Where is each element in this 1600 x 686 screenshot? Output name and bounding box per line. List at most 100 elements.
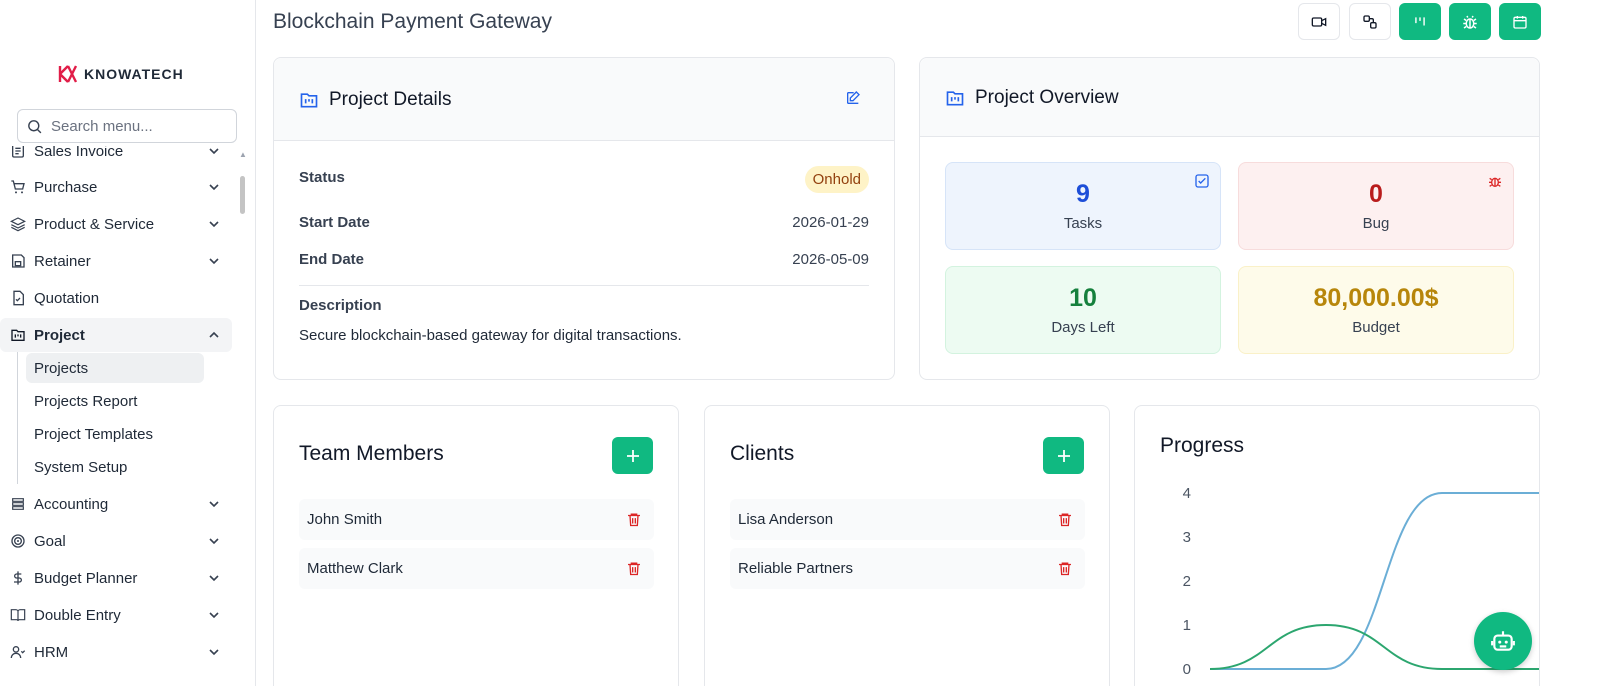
- card-title: Project Overview: [945, 87, 1119, 109]
- list-item: Lisa Anderson: [730, 499, 1085, 540]
- kanban-button[interactable]: [1399, 3, 1441, 40]
- users-icon: [10, 644, 26, 660]
- client-name: Reliable Partners: [738, 560, 854, 577]
- sidebar-item-budget-planner[interactable]: Budget Planner: [0, 561, 232, 595]
- member-name: Matthew Clark: [307, 560, 403, 577]
- project-overview-card: Project Overview 9 Tasks 0 Bug 10 Days L…: [919, 57, 1540, 380]
- knowatech-logo-icon: [58, 65, 78, 83]
- brand-name: KNOWATECH: [84, 66, 184, 82]
- bug-button[interactable]: [1449, 3, 1491, 40]
- stat-label: Bug: [1362, 215, 1390, 232]
- team-members-title: Team Members: [299, 442, 444, 465]
- brand-logo[interactable]: KNOWATECH: [58, 64, 184, 84]
- scroll-thumb[interactable]: [240, 176, 245, 214]
- target-icon: [10, 533, 26, 549]
- search-input[interactable]: [51, 117, 231, 135]
- save-icon: [10, 253, 26, 269]
- checkbox-icon: [1195, 174, 1209, 188]
- search-box[interactable]: [17, 109, 237, 143]
- video-button[interactable]: [1298, 3, 1340, 40]
- bug-icon: [1489, 177, 1501, 187]
- scroll-up-arrow-icon[interactable]: ▲: [239, 150, 247, 159]
- robot-icon: [1491, 631, 1515, 651]
- card-title: Project Details: [299, 89, 452, 111]
- plus-icon: [1057, 449, 1070, 462]
- sidebar-subitem-project-templates[interactable]: Project Templates: [26, 419, 204, 449]
- start-date-value: 2026-01-29: [792, 214, 869, 231]
- client-name: Lisa Anderson: [738, 511, 834, 528]
- team-members-card: Team Members John Smith Matthew Clark: [273, 405, 679, 686]
- sidebar: KNOWATECH Sales Invoice Purchase Product…: [0, 0, 256, 686]
- stat-value: 9: [1076, 180, 1090, 208]
- y-tick-label: 3: [1183, 529, 1191, 546]
- status-badge: Onhold: [804, 166, 869, 193]
- sidebar-subitem-projects-report[interactable]: Projects Report: [26, 386, 204, 416]
- sidebar-subitem-system-setup[interactable]: System Setup: [26, 452, 204, 482]
- sidebar-item-sales-invoice[interactable]: Sales Invoice: [0, 146, 232, 168]
- stat-value: 10: [1069, 284, 1097, 312]
- chevron-down-icon: [209, 221, 219, 228]
- list-item: John Smith: [299, 499, 654, 540]
- link-button[interactable]: [1349, 3, 1391, 40]
- sidebar-item-label: Double Entry: [34, 606, 121, 624]
- list-item: Matthew Clark: [299, 548, 654, 589]
- plus-icon: [626, 449, 639, 462]
- bug-icon: [1463, 15, 1477, 29]
- chevron-down-icon: [209, 501, 219, 508]
- sidebar-item-hrm[interactable]: HRM: [0, 635, 232, 669]
- y-tick-label: 4: [1183, 485, 1191, 502]
- sidebar-subitem-label: System Setup: [34, 458, 128, 476]
- sidebar-subitem-label: Projects: [34, 359, 89, 377]
- stat-label: Days Left: [1051, 319, 1115, 336]
- chatbot-button[interactable]: [1474, 612, 1532, 670]
- chevron-down-icon: [209, 258, 219, 265]
- chevron-down-icon: [209, 649, 219, 656]
- project-icon: [10, 327, 26, 343]
- end-date-value: 2026-05-09: [792, 251, 869, 268]
- submenu-guide-line: [17, 352, 18, 484]
- add-client-button[interactable]: [1043, 437, 1084, 474]
- project-details-card: Project Details Status Onhold Start Date…: [273, 57, 895, 380]
- sidebar-item-product-service[interactable]: Product & Service: [0, 207, 232, 241]
- sidebar-item-accounting[interactable]: Accounting: [0, 487, 232, 521]
- calendar-icon: [1513, 15, 1527, 29]
- cart-icon: [10, 179, 26, 195]
- sidebar-subitem-projects[interactable]: Projects: [26, 353, 204, 383]
- edit-icon[interactable]: [845, 90, 861, 106]
- sidebar-item-project[interactable]: Project: [0, 318, 232, 352]
- trash-icon[interactable]: [1057, 560, 1073, 577]
- divider: [299, 285, 869, 286]
- stat-label: Budget: [1352, 319, 1400, 336]
- chevron-up-icon: [209, 331, 219, 338]
- sidebar-item-label: HRM: [34, 643, 69, 661]
- chevron-down-icon: [209, 148, 219, 155]
- sidebar-item-purchase[interactable]: Purchase: [0, 170, 232, 204]
- video-icon: [1311, 16, 1327, 27]
- sidebar-item-double-entry[interactable]: Double Entry: [0, 598, 232, 632]
- project-overview-title: Project Overview: [975, 87, 1119, 108]
- member-name: John Smith: [307, 511, 383, 528]
- sidebar-subitem-label: Projects Report: [34, 392, 138, 410]
- sidebar-item-retainer[interactable]: Retainer: [0, 244, 232, 278]
- chevron-down-icon: [209, 538, 219, 545]
- y-tick-label: 1: [1183, 617, 1191, 634]
- stat-days-left: 10 Days Left: [945, 266, 1221, 354]
- kanban-icon: [1415, 16, 1425, 25]
- trash-icon[interactable]: [626, 560, 642, 577]
- clients-card: Clients Lisa Anderson Reliable Partners: [704, 405, 1110, 686]
- sidebar-item-quotation[interactable]: Quotation: [0, 281, 232, 315]
- page-title: Blockchain Payment Gateway: [273, 10, 552, 33]
- calendar-button[interactable]: [1499, 3, 1541, 40]
- trash-icon[interactable]: [626, 511, 642, 528]
- sidebar-item-goal[interactable]: Goal: [0, 524, 232, 558]
- description-label: Description: [299, 297, 382, 314]
- file-check-icon: [10, 290, 26, 306]
- sidebar-item-label: Product & Service: [34, 215, 155, 233]
- sidebar-scrollbar[interactable]: ▲: [238, 146, 247, 686]
- sidebar-item-label: Accounting: [34, 495, 109, 513]
- sidebar-subitem-label: Project Templates: [34, 425, 153, 443]
- stat-budget: 80,000.00$ Budget: [1238, 266, 1514, 354]
- trash-icon[interactable]: [1057, 511, 1073, 528]
- stat-value: 0: [1369, 180, 1383, 208]
- add-team-member-button[interactable]: [612, 437, 653, 474]
